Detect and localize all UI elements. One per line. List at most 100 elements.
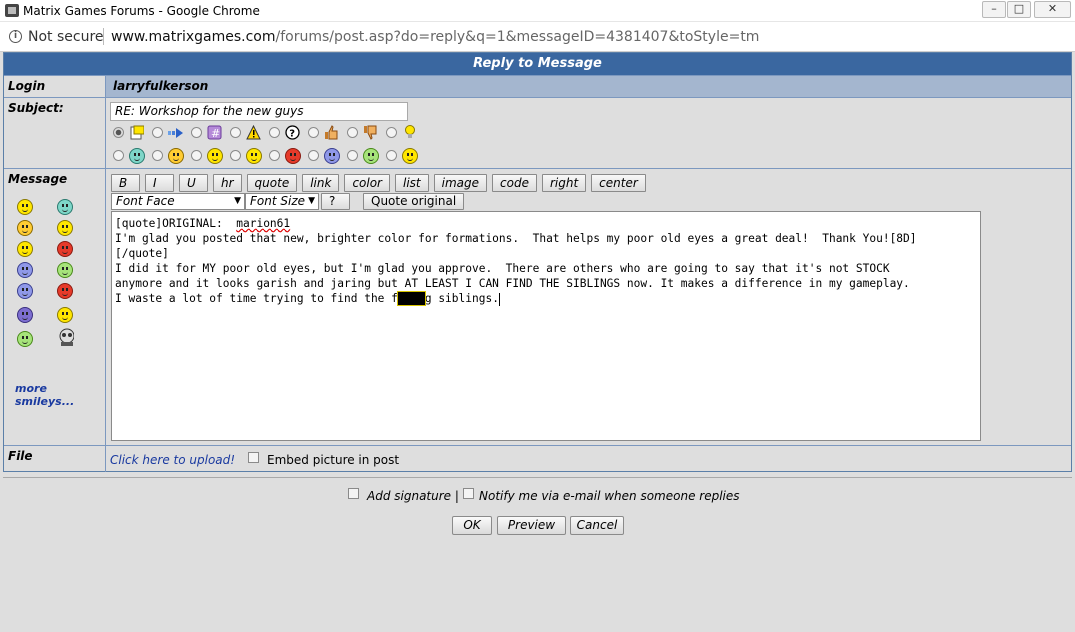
link-button[interactable]: link: [302, 174, 340, 192]
lightbulb-icon: [401, 124, 418, 141]
code-button[interactable]: code: [492, 174, 537, 192]
post-icon-radio[interactable]: [191, 150, 202, 161]
image-button[interactable]: image: [433, 174, 488, 192]
notify-label: Notify me via e-mail when someone replie…: [479, 489, 740, 503]
file-row: File Click here to upload! Embed picture…: [4, 445, 1071, 472]
subject-cell: RE: Workshop for the new guys # ?: [107, 98, 1071, 168]
message-line: [/quote]: [115, 247, 169, 260]
post-icon-radio[interactable]: [308, 150, 319, 161]
right-button[interactable]: right: [541, 174, 587, 192]
post-icon-radio[interactable]: [191, 127, 202, 138]
angry-icon: [284, 147, 301, 164]
post-icon-radio[interactable]: [152, 150, 163, 161]
shock-emoticon-icon[interactable]: [16, 306, 34, 324]
maximize-button[interactable]: □: [1007, 1, 1031, 18]
sleepy-emoticon-icon[interactable]: [16, 282, 34, 300]
post-icon-radio[interactable]: [230, 150, 241, 161]
message-line: anymore and it looks garish and jaring b…: [115, 277, 910, 290]
quote-button[interactable]: quote: [246, 174, 298, 192]
confused-icon: [245, 147, 262, 164]
sick-emoticon-icon[interactable]: [16, 330, 34, 348]
post-icon-radio[interactable]: [230, 127, 241, 138]
arrow-right-icon: [167, 124, 184, 141]
smile2-icon: [401, 147, 418, 164]
cool-icon: [167, 147, 184, 164]
list-button[interactable]: list: [395, 174, 429, 192]
italic-button[interactable]: I: [145, 174, 174, 192]
file-label: File: [4, 446, 106, 472]
post-icon-radio[interactable]: [269, 150, 280, 161]
underline-button[interactable]: U: [179, 174, 208, 192]
svg-text:#: #: [211, 127, 220, 140]
subject-input[interactable]: RE: Workshop for the new guys: [110, 102, 408, 121]
divider: [3, 477, 1072, 478]
post-icon-radio[interactable]: [152, 127, 163, 138]
notify-checkbox[interactable]: [463, 488, 474, 499]
post-icon-row-2: [113, 147, 425, 164]
ok-button[interactable]: OK: [452, 516, 492, 535]
subject-label: Subject:: [4, 98, 106, 168]
cancel-button[interactable]: Cancel: [570, 516, 624, 535]
minimize-button[interactable]: –: [982, 1, 1006, 18]
hr-button[interactable]: hr: [213, 174, 242, 192]
mascot-emoticon-icon[interactable]: [56, 328, 74, 346]
angry-emoticon-icon[interactable]: [56, 240, 74, 258]
post-icon-radio[interactable]: [347, 127, 358, 138]
confused-emoticon-icon[interactable]: [16, 240, 34, 258]
font-face-select[interactable]: Font Face ▼: [111, 193, 245, 210]
bold-button[interactable]: B: [111, 174, 140, 192]
sad-emoticon-icon[interactable]: [16, 261, 34, 279]
security-status[interactable]: Not secure: [28, 29, 104, 45]
preview-button[interactable]: Preview: [497, 516, 566, 535]
question-icon: ?: [284, 124, 301, 141]
post-icon-radio[interactable]: [386, 150, 397, 161]
smile-icon: [206, 147, 223, 164]
address-bar: i Not secure www.matrixgames.com/forums/…: [0, 22, 1075, 52]
message-textarea[interactable]: [quote]ORIGINAL: marion61 I'm glad you p…: [111, 211, 981, 441]
help-button[interactable]: ?: [321, 193, 350, 210]
text-caret: [498, 292, 500, 306]
post-icon-radio[interactable]: [269, 127, 280, 138]
url-field[interactable]: www.matrixgames.com/forums/post.asp?do=r…: [111, 29, 759, 45]
post-icon-radio[interactable]: [386, 127, 397, 138]
more-smileys-link[interactable]: more smileys...: [15, 382, 105, 408]
window-title: Matrix Games Forums - Google Chrome: [23, 4, 260, 18]
close-button[interactable]: ✕: [1034, 1, 1071, 18]
redaction-block: ■■■■: [396, 291, 426, 306]
message-row: Message more smileys... B I U hr quote l…: [4, 168, 1071, 445]
quote-original-button[interactable]: Quote original: [363, 193, 465, 210]
message-label-cell: Message more smileys...: [4, 169, 106, 445]
message-line: I did it for MY poor old eyes, but I'm g…: [115, 262, 890, 275]
upload-link[interactable]: Click here to upload!: [110, 453, 235, 467]
happy-emoticon-icon[interactable]: [56, 219, 74, 237]
message-line: I waste a lot of time trying to find the…: [115, 292, 398, 305]
center-button[interactable]: center: [591, 174, 646, 192]
post-icon-radio[interactable]: [308, 127, 319, 138]
thinking-emoticon-icon[interactable]: [56, 306, 74, 324]
grin-emoticon-icon[interactable]: [56, 198, 74, 216]
post-icon-radio[interactable]: [347, 150, 358, 161]
chevron-down-icon: ▼: [234, 196, 241, 206]
embed-picture-checkbox[interactable]: [248, 452, 259, 463]
add-signature-checkbox[interactable]: [348, 488, 359, 499]
color-button[interactable]: color: [344, 174, 390, 192]
app-icon: [5, 4, 19, 17]
smile-emoticon-icon[interactable]: [16, 198, 34, 216]
message-line: [quote]ORIGINAL:: [115, 217, 237, 230]
mad-emoticon-icon[interactable]: [56, 282, 74, 300]
font-toolbar: Font Face ▼ Font Size ▼ ? Quote original: [111, 193, 469, 210]
chevron-down-icon: ▼: [308, 196, 315, 206]
address-separator: [103, 28, 104, 45]
font-size-select[interactable]: Font Size ▼: [245, 193, 319, 210]
post-icon-radio[interactable]: [113, 150, 124, 161]
info-icon[interactable]: i: [9, 30, 22, 43]
login-value: larryfulkerson: [107, 76, 1071, 97]
hash-icon: #: [206, 124, 223, 141]
post-icon-radio[interactable]: [113, 127, 124, 138]
thumbs-up-icon: [323, 124, 340, 141]
green-emoticon-icon[interactable]: [56, 261, 74, 279]
window-title-bar: Matrix Games Forums - Google Chrome – □ …: [0, 0, 1075, 22]
cool-emoticon-icon[interactable]: [16, 219, 34, 237]
add-signature-label: Add signature |: [367, 489, 459, 503]
grin-icon: [128, 147, 145, 164]
